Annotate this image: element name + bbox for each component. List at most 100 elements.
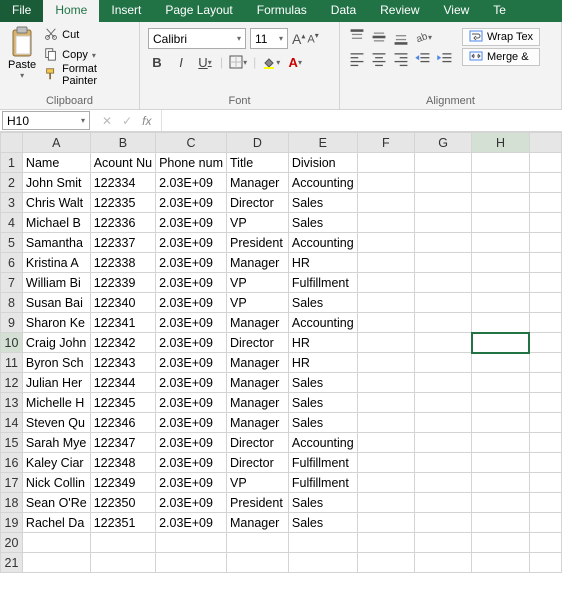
- col-header-F[interactable]: F: [357, 133, 414, 153]
- cell[interactable]: William Bi: [22, 273, 90, 293]
- cell[interactable]: Director: [227, 433, 289, 453]
- cell[interactable]: [529, 413, 561, 433]
- cell[interactable]: Rachel Da: [22, 513, 90, 533]
- cell[interactable]: [529, 433, 561, 453]
- cell[interactable]: Manager: [227, 253, 289, 273]
- cell[interactable]: Accounting: [288, 433, 357, 453]
- italic-button[interactable]: I: [172, 53, 190, 71]
- cell[interactable]: [529, 333, 561, 353]
- cell[interactable]: Byron Sch: [22, 353, 90, 373]
- enter-icon[interactable]: ✓: [122, 114, 132, 128]
- cell[interactable]: 2.03E+09: [156, 233, 227, 253]
- cell[interactable]: [472, 173, 529, 193]
- cell[interactable]: 122344: [90, 373, 155, 393]
- cell[interactable]: Manager: [227, 413, 289, 433]
- col-header-H[interactable]: H: [472, 133, 529, 153]
- row-header[interactable]: 8: [1, 293, 23, 313]
- cell[interactable]: [529, 453, 561, 473]
- merge-center-button[interactable]: Merge &: [462, 48, 540, 66]
- cell[interactable]: [414, 313, 471, 333]
- cell[interactable]: [414, 173, 471, 193]
- row-header[interactable]: 19: [1, 513, 23, 533]
- tab-file[interactable]: File: [0, 0, 43, 22]
- font-size-select[interactable]: 11 ▾: [250, 28, 288, 49]
- font-name-select[interactable]: Calibri ▾: [148, 28, 246, 49]
- cell[interactable]: [357, 233, 414, 253]
- col-header-B[interactable]: B: [90, 133, 155, 153]
- cell[interactable]: 2.03E+09: [156, 173, 227, 193]
- cell[interactable]: Accounting: [288, 313, 357, 333]
- col-header-E[interactable]: E: [288, 133, 357, 153]
- cell[interactable]: HR: [288, 333, 357, 353]
- align-right-button[interactable]: [392, 50, 410, 68]
- wrap-text-button[interactable]: Wrap Tex: [462, 28, 540, 46]
- row-header[interactable]: 6: [1, 253, 23, 273]
- cell[interactable]: Fulfillment: [288, 453, 357, 473]
- cell[interactable]: [414, 373, 471, 393]
- col-header-C[interactable]: C: [156, 133, 227, 153]
- cell[interactable]: [414, 153, 471, 173]
- cell[interactable]: [90, 553, 155, 573]
- cell[interactable]: Fulfillment: [288, 473, 357, 493]
- cell[interactable]: [414, 233, 471, 253]
- cell[interactable]: Director: [227, 193, 289, 213]
- cell[interactable]: Manager: [227, 393, 289, 413]
- decrease-indent-button[interactable]: [414, 50, 432, 68]
- row-header[interactable]: 20: [1, 533, 23, 553]
- borders-button[interactable]: ▾: [229, 53, 247, 71]
- align-bottom-button[interactable]: [392, 28, 410, 46]
- cell[interactable]: 122334: [90, 173, 155, 193]
- cell[interactable]: [472, 333, 529, 353]
- cell[interactable]: [414, 513, 471, 533]
- cell[interactable]: [90, 533, 155, 553]
- cell[interactable]: [156, 533, 227, 553]
- row-header[interactable]: 3: [1, 193, 23, 213]
- spreadsheet-grid[interactable]: ABCDEFGH1NameAcount NuPhone numTitleDivi…: [0, 132, 562, 573]
- row-header[interactable]: 10: [1, 333, 23, 353]
- cell[interactable]: [472, 273, 529, 293]
- grow-font-button[interactable]: A▴: [292, 31, 305, 47]
- cell[interactable]: 122349: [90, 473, 155, 493]
- cell[interactable]: Accounting: [288, 173, 357, 193]
- cell[interactable]: Michael B: [22, 213, 90, 233]
- cell[interactable]: [529, 473, 561, 493]
- cell[interactable]: Sarah Mye: [22, 433, 90, 453]
- cell[interactable]: [357, 533, 414, 553]
- copy-dropdown-icon[interactable]: ▾: [92, 51, 96, 60]
- align-middle-button[interactable]: [370, 28, 388, 46]
- cell[interactable]: 2.03E+09: [156, 213, 227, 233]
- cell[interactable]: [472, 153, 529, 173]
- cell[interactable]: VP: [227, 293, 289, 313]
- cell[interactable]: [529, 213, 561, 233]
- row-header[interactable]: 1: [1, 153, 23, 173]
- cell[interactable]: Susan Bai: [22, 293, 90, 313]
- align-center-button[interactable]: [370, 50, 388, 68]
- row-header[interactable]: 18: [1, 493, 23, 513]
- cell[interactable]: 2.03E+09: [156, 353, 227, 373]
- cell[interactable]: Sales: [288, 413, 357, 433]
- cell[interactable]: Michelle H: [22, 393, 90, 413]
- cell[interactable]: [472, 353, 529, 373]
- cell[interactable]: [472, 433, 529, 453]
- cell[interactable]: HR: [288, 353, 357, 373]
- cell[interactable]: [472, 553, 529, 573]
- cell[interactable]: [357, 473, 414, 493]
- cell[interactable]: [529, 253, 561, 273]
- cell[interactable]: [529, 533, 561, 553]
- cell[interactable]: Division: [288, 153, 357, 173]
- cell[interactable]: [529, 393, 561, 413]
- cell[interactable]: [414, 293, 471, 313]
- cell[interactable]: Nick Collin: [22, 473, 90, 493]
- cell[interactable]: [357, 193, 414, 213]
- cell[interactable]: Sales: [288, 213, 357, 233]
- cell[interactable]: VP: [227, 473, 289, 493]
- cell[interactable]: Steven Qu: [22, 413, 90, 433]
- tab-review[interactable]: Review: [368, 0, 431, 22]
- cell[interactable]: [357, 173, 414, 193]
- cell[interactable]: Sales: [288, 493, 357, 513]
- cell[interactable]: [529, 513, 561, 533]
- formula-input[interactable]: [161, 110, 562, 131]
- cell[interactable]: [414, 193, 471, 213]
- cell[interactable]: [357, 493, 414, 513]
- cell[interactable]: 122338: [90, 253, 155, 273]
